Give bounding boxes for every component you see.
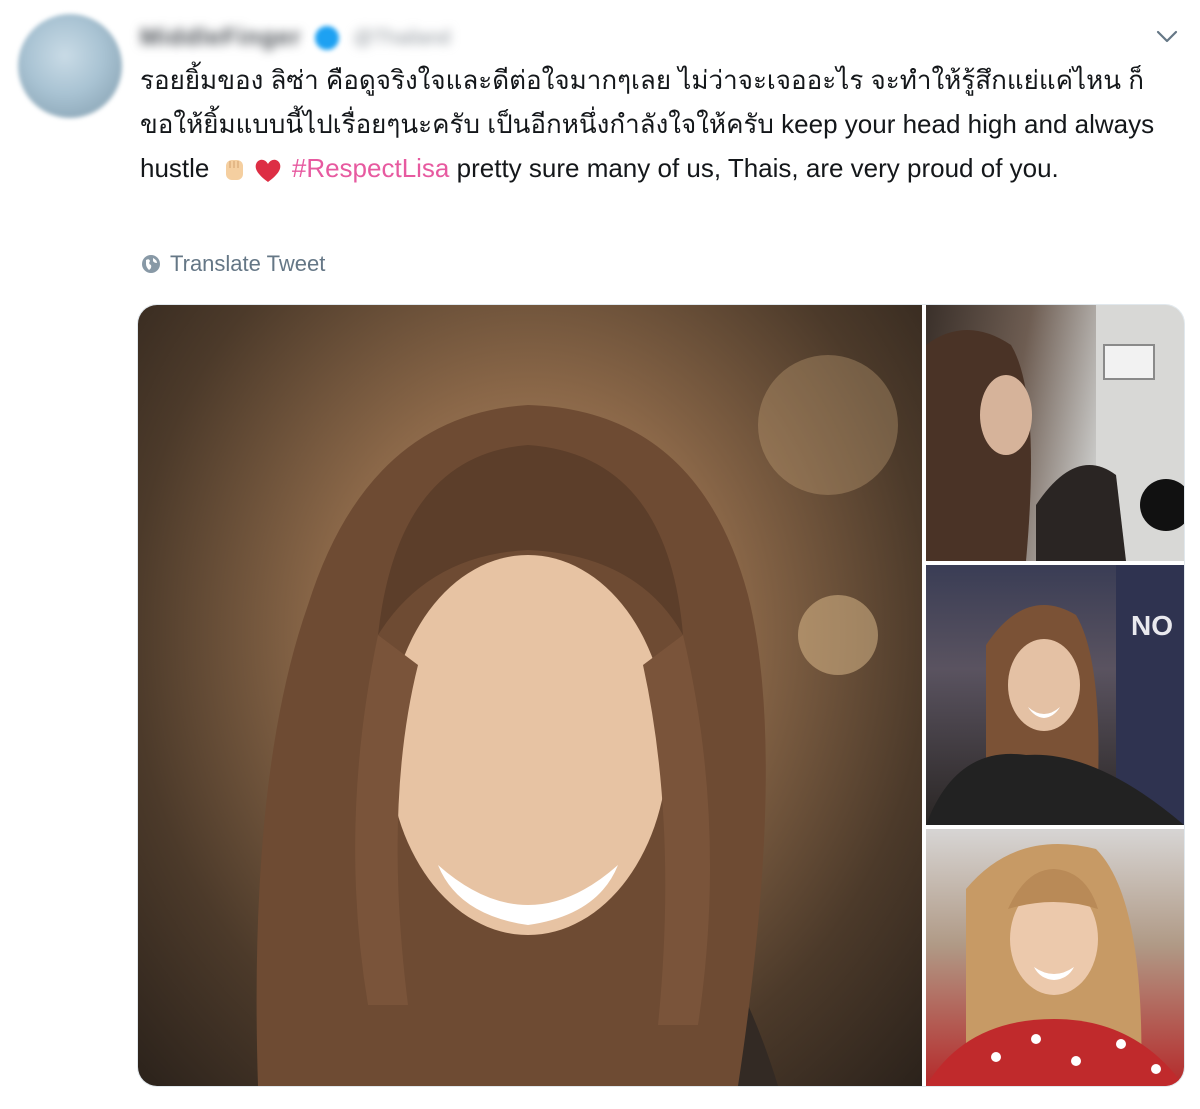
tweet-header: MiddleFinger @Thailand [140, 18, 450, 58]
hashtag-link[interactable]: #RespectLisa [292, 153, 450, 183]
photo-woman-red-dress[interactable] [926, 829, 1184, 1086]
translate-tweet-label: Translate Tweet [170, 251, 326, 276]
photo-sign-text: NO [1131, 610, 1173, 641]
verified-badge-icon [315, 26, 340, 50]
chevron-down-icon[interactable] [1156, 30, 1178, 44]
raised-fist-icon [225, 160, 243, 181]
author-display-name[interactable]: MiddleFinger [140, 24, 301, 52]
tweet-text-closing: pretty sure many of us, Thais, are very … [456, 153, 1059, 183]
translate-tweet-button[interactable]: Translate Tweet [140, 248, 325, 280]
avatar[interactable] [18, 14, 122, 118]
red-heart-icon [255, 159, 280, 183]
tweet-media-grid: NO [137, 304, 1185, 1087]
photo-main-smiling-woman[interactable] [138, 305, 922, 1086]
photo-woman-smiling-jacket[interactable]: NO [926, 565, 1184, 825]
author-handle[interactable]: @Thailand [353, 27, 450, 50]
tweet-text: รอยยิ้มของ ลิซ่า คือดูจริงใจและดีต่อใจมา… [140, 58, 1170, 190]
globe-icon [142, 255, 160, 273]
photo-woman-at-window[interactable] [926, 305, 1184, 561]
